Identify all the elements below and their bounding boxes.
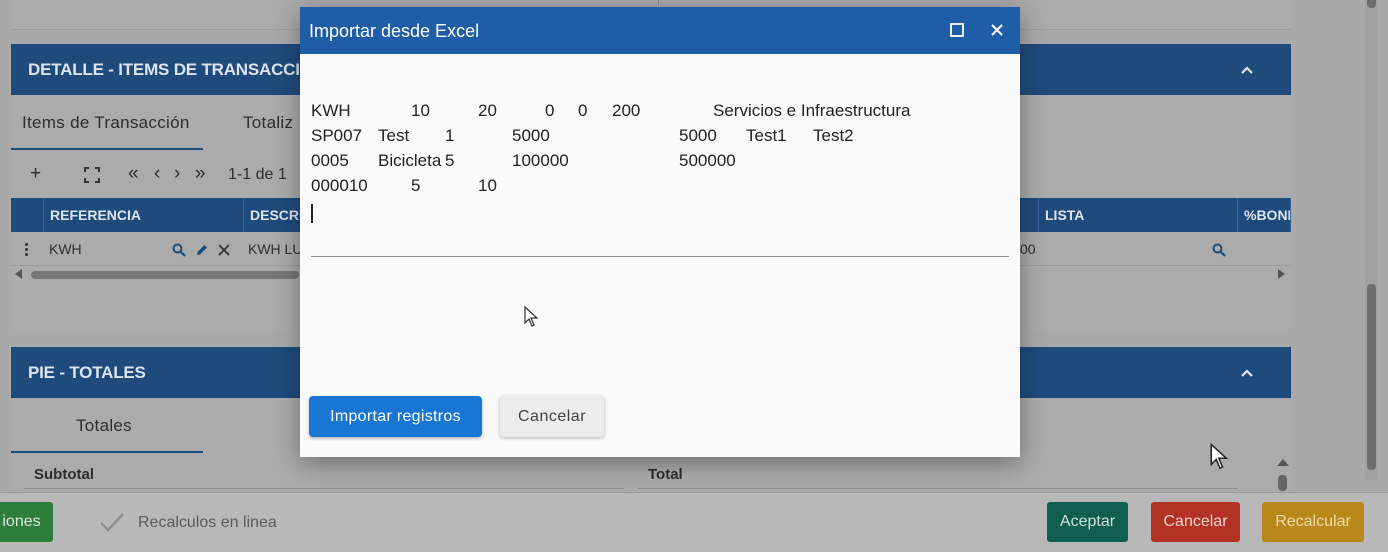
paste-token: Servicios e Infraestructura bbox=[713, 101, 911, 120]
first-page-icon[interactable]: « bbox=[128, 164, 139, 184]
paste-token: Bicicleta bbox=[378, 151, 442, 170]
footer-bar: iones Recalculos en linea Aceptar Cancel… bbox=[0, 492, 1388, 552]
paste-token: 20 bbox=[478, 101, 497, 120]
column-lista[interactable]: LISTA bbox=[1038, 198, 1238, 232]
paste-token: SP007 bbox=[311, 126, 363, 145]
paste-token: KWH bbox=[311, 101, 351, 120]
check-icon[interactable] bbox=[99, 511, 125, 533]
subtotal-label: Subtotal bbox=[34, 466, 94, 483]
paste-token: 0 bbox=[545, 101, 555, 120]
paste-token: 0005 bbox=[311, 151, 349, 170]
text-caret bbox=[311, 204, 313, 223]
cancel-button[interactable]: Cancelar bbox=[500, 396, 604, 437]
detalle-title: DETALLE - ITEMS DE TRANSACCIÓN bbox=[28, 59, 325, 79]
row-menu-icon[interactable] bbox=[25, 243, 29, 257]
paste-token: 200 bbox=[612, 101, 641, 120]
tab-totalizadores[interactable]: Totaliz bbox=[243, 113, 293, 133]
textarea-underline bbox=[311, 256, 1009, 257]
cell-partial-value: 00 bbox=[1020, 241, 1036, 257]
import-excel-dialog: Importar desde Excel KWH 10 20 0 0 200 S… bbox=[300, 7, 1020, 457]
vertical-scrollbar-thumb[interactable] bbox=[1367, 284, 1376, 470]
import-records-button[interactable]: Importar registros bbox=[309, 396, 482, 437]
paste-line: 0005 Bicicleta 5 100000 500000 bbox=[311, 151, 1011, 176]
paste-token: 000010 bbox=[311, 176, 368, 195]
horizontal-scrollbar-thumb[interactable] bbox=[31, 271, 299, 279]
paste-token: 1 bbox=[445, 126, 455, 145]
recalculos-label: Recalculos en linea bbox=[138, 514, 277, 531]
pie-title: PIE - TOTALES bbox=[28, 362, 146, 382]
paste-token: 5000 bbox=[679, 126, 717, 145]
dialog-title: Importar desde Excel bbox=[309, 21, 480, 41]
column-referencia[interactable]: REFERENCIA bbox=[44, 198, 244, 232]
total-label: Total bbox=[648, 466, 683, 483]
subtotal-field-line bbox=[24, 488, 624, 489]
vertical-scrollbar-top-thumb[interactable] bbox=[1367, 0, 1376, 8]
column-bonificacion[interactable]: %BONI bbox=[1238, 198, 1291, 232]
paste-token: 0 bbox=[578, 101, 588, 120]
scroll-right-icon[interactable] bbox=[1278, 269, 1285, 279]
tab-totales[interactable]: Totales bbox=[76, 416, 132, 436]
search-icon[interactable] bbox=[172, 243, 186, 257]
paste-line: SP007 Test 1 5000 5000 Test1 Test2 bbox=[311, 126, 1011, 151]
paste-token: Test2 bbox=[813, 126, 854, 145]
paste-token: 10 bbox=[411, 101, 430, 120]
dialog-header: Importar desde Excel bbox=[300, 7, 1020, 54]
cell-descripcion[interactable]: KWH LU bbox=[248, 241, 302, 257]
tab-items-transaccion[interactable]: Items de Transacción bbox=[22, 113, 190, 133]
aceptar-button[interactable]: Aceptar bbox=[1047, 502, 1128, 542]
column-descripcion[interactable]: DESCRI bbox=[244, 198, 304, 232]
paste-token: 5000 bbox=[512, 126, 550, 145]
paste-token: 100000 bbox=[512, 151, 569, 170]
paste-token: Test bbox=[378, 126, 410, 145]
paste-token: Test1 bbox=[746, 126, 787, 145]
paste-line: KWH 10 20 0 0 200 Servicios e Infraestru… bbox=[311, 101, 1011, 126]
lista-search-icon[interactable] bbox=[1212, 243, 1226, 257]
acciones-button[interactable]: iones bbox=[0, 502, 53, 542]
recalcular-button[interactable]: Recalcular bbox=[1262, 502, 1364, 542]
maximize-icon[interactable] bbox=[950, 23, 964, 37]
paste-line: 000010 5 10 bbox=[311, 176, 1011, 201]
scroll-left-icon[interactable] bbox=[15, 269, 22, 279]
inner-scrollbar-thumb[interactable] bbox=[1278, 475, 1287, 491]
edit-icon[interactable] bbox=[195, 243, 209, 257]
clear-icon[interactable] bbox=[218, 244, 230, 256]
chevron-up-icon[interactable] bbox=[1239, 365, 1255, 381]
mouse-cursor-icon bbox=[524, 306, 539, 327]
prev-page-icon[interactable]: ‹ bbox=[154, 164, 160, 184]
mouse-cursor-icon bbox=[1210, 443, 1229, 470]
active-tab-indicator bbox=[11, 148, 203, 150]
paste-token: 500000 bbox=[679, 151, 736, 170]
cancelar-footer-button[interactable]: Cancelar bbox=[1151, 502, 1240, 542]
close-icon[interactable] bbox=[991, 24, 1003, 36]
next-page-icon[interactable]: › bbox=[174, 164, 180, 184]
add-icon[interactable]: + bbox=[30, 164, 41, 184]
top-card-divider bbox=[658, 0, 659, 6]
paste-token: 10 bbox=[478, 176, 497, 195]
chevron-up-icon[interactable] bbox=[1239, 62, 1255, 78]
last-page-icon[interactable]: » bbox=[195, 164, 206, 184]
pagination-label: 1-1 de 1 bbox=[228, 166, 287, 183]
paste-token: 5 bbox=[411, 176, 421, 195]
total-field-line bbox=[638, 488, 1238, 489]
paste-textarea[interactable]: KWH 10 20 0 0 200 Servicios e Infraestru… bbox=[311, 101, 1011, 229]
scroll-up-icon[interactable] bbox=[1277, 459, 1289, 466]
cell-referencia[interactable]: KWH bbox=[49, 241, 82, 257]
fullscreen-icon[interactable] bbox=[83, 166, 101, 184]
column-blank bbox=[11, 198, 44, 232]
paste-token: 5 bbox=[445, 151, 455, 170]
active-tab-indicator bbox=[11, 451, 203, 453]
